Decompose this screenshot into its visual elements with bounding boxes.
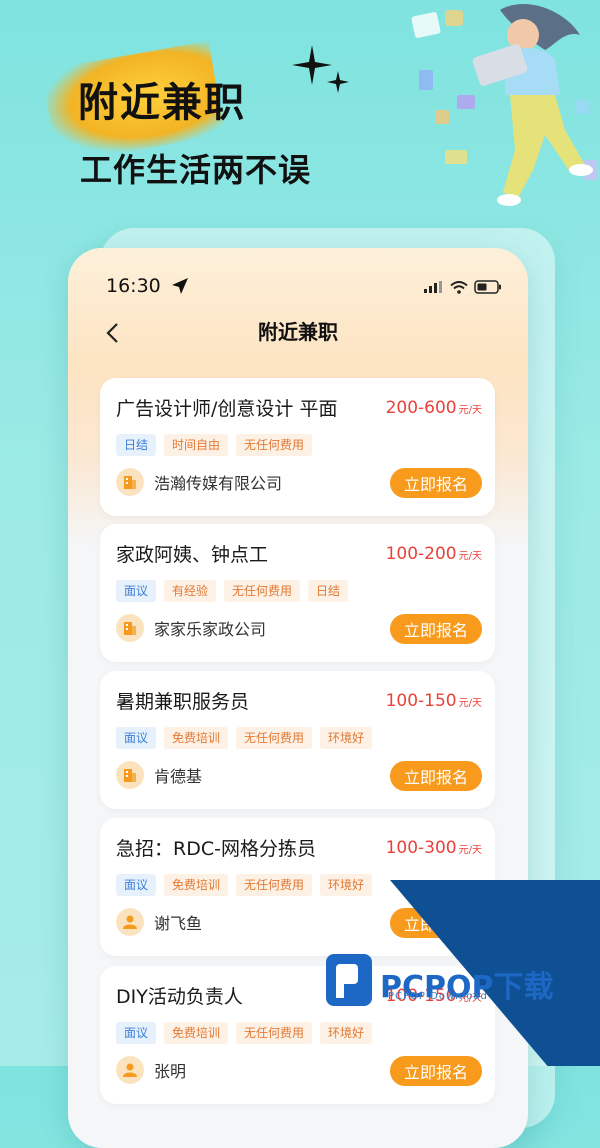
job-title: 暑期兼职服务员 [116,691,250,713]
salary-unit: 元/天 [458,405,482,416]
job-tag: 面议 [116,727,157,749]
job-salary: 100-300 元/天 [386,838,482,858]
company-name: 家家乐家政公司 [154,620,267,639]
job-title: 广告设计师/创意设计 平面 [116,398,338,420]
salary-amount: 100-200 [385,544,457,564]
job-salary: 200-600 元/天 [386,398,482,418]
job-tag: 无任何费用 [236,874,313,896]
job-card[interactable]: 广告设计师/创意设计 平面 200-600 元/天日结 时间自由 无任何费用浩瀚传媒有限… [100,378,495,516]
job-tag: 环境好 [320,727,373,749]
job-tag: 无任何费用 [236,727,313,749]
company-name: 张明 [154,1062,187,1081]
page-title: 附近兼职 [258,320,338,344]
job-tags: 日结 时间自由 无任何费用 [116,434,313,456]
job-tag: 日结 [116,434,157,456]
job-tag: 面议 [116,580,157,602]
company-row: 张明 [116,1056,186,1084]
status-bar: 16:30 [106,274,189,298]
sparkle-icon [292,45,349,93]
job-tag: 面议 [116,1022,157,1044]
job-tag: 无任何费用 [236,434,313,456]
salary-amount: 100-300 [385,838,457,858]
job-salary: 100-150 元/天 [386,691,482,711]
company-row: 浩瀚传媒有限公司 [116,468,282,496]
hero-title: 附近兼职 [78,80,246,126]
location-arrow-icon [171,278,188,294]
job-title: DIY活动负责人 [116,986,243,1008]
apply-button[interactable]: 立即报名 [390,1056,482,1086]
person-icon [116,1056,144,1084]
job-tag: 面议 [116,874,157,896]
job-tag: 环境好 [320,874,373,896]
company-row: 家家乐家政公司 [116,614,266,642]
building-icon [116,468,144,496]
job-tag: 有经验 [164,580,217,602]
job-salary: 100-200 元/天 [386,544,482,564]
job-title: 急招：RDC-网格分拣员 [116,838,316,860]
status-time: 16:30 [106,275,161,297]
job-tag: 时间自由 [164,434,229,456]
job-tags: 面议 免费培训 无任何费用 环境好 [116,1022,373,1044]
battery-icon [474,280,501,294]
job-title: 家政阿姨、钟点工 [116,544,269,566]
job-tag: 免费培训 [164,874,229,896]
person-icon [116,908,144,936]
wifi-icon [450,280,468,294]
signal-icon [424,281,442,293]
job-tags: 面议 有经验 无任何费用 日结 [116,580,349,602]
building-icon [116,761,144,789]
apply-button[interactable]: 立即报名 [390,614,482,644]
salary-unit: 元/天 [458,698,482,709]
job-tags: 面议 免费培训 无任何费用 环境好 [116,727,373,749]
apply-button[interactable]: 立即报名 [390,468,482,498]
salary-amount: 100-150 [385,691,457,711]
job-card[interactable]: 暑期兼职服务员 100-150 元/天 面议 免费培训 无任何费用 环境好 肯德基 立即报名 [100,671,495,809]
building-icon [116,614,144,642]
apply-button[interactable]: 立即报名 [390,761,482,791]
company-name: 谢飞鱼 [154,914,203,933]
pcpop-logo-icon [326,954,372,1006]
job-tag: 免费培训 [164,727,229,749]
salary-unit: 元/天 [458,845,482,856]
phone-screen: 16:30 附近兼职 广告设计师/创意设计 平面 200-600 元/天 日结 … [68,248,528,1148]
company-row: 谢飞鱼 [116,908,202,936]
job-tag: 免费培训 [164,1022,229,1044]
job-tag: 无任何费用 [236,1022,313,1044]
job-tag: 环境好 [320,1022,373,1044]
watermark-subtext: PCPOP Download [388,991,488,1002]
job-card[interactable]: 家政阿姨、钟点工 100-200 元/天面议 有经验 无任何费用 日结家家乐家政公司 立即报… [100,524,495,662]
job-tags: 面议 免费培训 无任何费用 环境好 [116,874,373,896]
company-name: 肯德基 [154,767,203,786]
job-tag: 无任何费用 [224,580,301,602]
salary-unit: 元/天 [458,551,482,562]
salary-amount: 200-600 [385,398,457,418]
company-row: 肯德基 [116,761,202,789]
girl-laptop-illustration [411,4,597,206]
job-tag: 日结 [308,580,349,602]
company-name: 浩瀚传媒有限公司 [154,474,283,493]
